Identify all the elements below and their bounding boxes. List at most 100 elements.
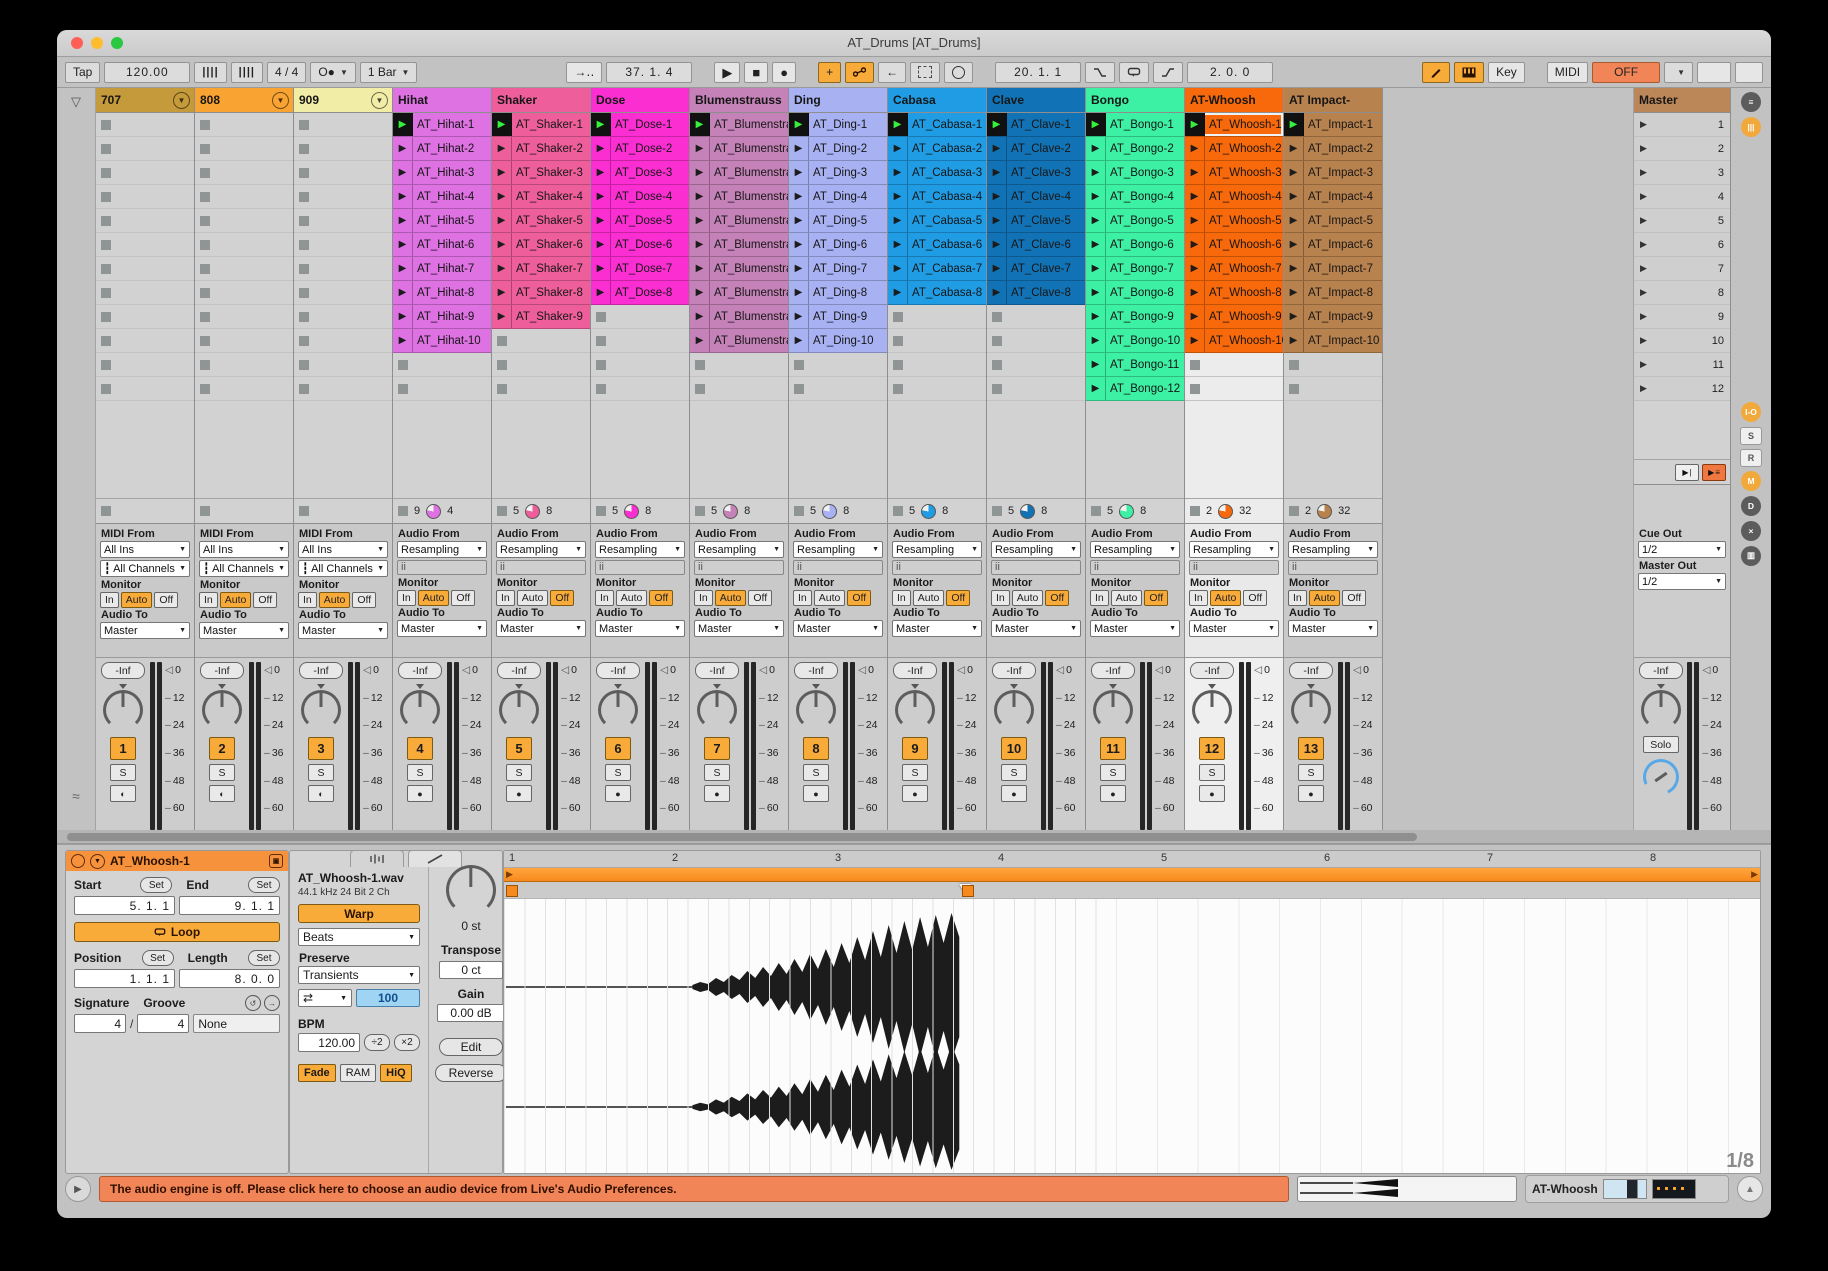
monitor-in-button[interactable]: In	[595, 590, 614, 606]
clip-stop-icon[interactable]	[299, 360, 309, 370]
show-m-toggle[interactable]: M	[1741, 471, 1761, 491]
clip-slot[interactable]: ▶AT_Hihat-10	[393, 329, 491, 353]
clip-launch-button[interactable]: ▶	[591, 209, 611, 232]
beat-time-ruler[interactable]: 12345678	[504, 851, 1760, 868]
arm-button[interactable]: ●	[407, 785, 433, 802]
clip-slot[interactable]: ▶AT_Whoosh-10	[1185, 329, 1283, 353]
volume-field[interactable]: -Inf	[794, 662, 838, 679]
input-type-select[interactable]: Resampling▼	[892, 541, 982, 558]
signature-numerator-field[interactable]: 4	[74, 1014, 126, 1033]
pan-knob[interactable]	[499, 690, 539, 730]
clip-slot[interactable]: ▶AT_Hihat-4	[393, 185, 491, 209]
clip-stop-icon[interactable]	[596, 360, 606, 370]
clip-launch-button[interactable]: ▶	[690, 113, 710, 136]
clip-launch-button[interactable]: ▶	[393, 329, 413, 352]
monitor-switch[interactable]: InAutoOff	[397, 590, 487, 606]
clip-slot[interactable]: ▶AT_Hihat-1	[393, 113, 491, 137]
clip-launch-button[interactable]: ▶	[591, 137, 611, 160]
monitor-auto-button[interactable]: Auto	[418, 590, 450, 606]
volume-field[interactable]: -Inf	[596, 662, 640, 679]
clip-stop-icon[interactable]	[299, 240, 309, 250]
scene-slot[interactable]: ▶9	[1634, 305, 1730, 329]
empty-clip-slot[interactable]	[195, 113, 293, 137]
monitor-auto-button[interactable]: Auto	[1012, 590, 1044, 606]
stop-all-clips-button[interactable]	[1190, 506, 1200, 516]
clip-stop-icon[interactable]	[200, 264, 210, 274]
clip-launch-button[interactable]: ▶	[1284, 209, 1304, 232]
clip-launch-button[interactable]: ▶	[393, 161, 413, 184]
solo-button[interactable]: S	[1199, 764, 1225, 781]
overview-toggle-icon[interactable]: ≡	[1741, 92, 1761, 112]
nudge-down-button[interactable]: ||||	[194, 62, 226, 83]
monitor-off-button[interactable]: Off	[649, 590, 673, 606]
clip-stop-icon[interactable]	[101, 240, 111, 250]
metronome-button[interactable]: O●▼	[310, 62, 356, 83]
clip-launch-button[interactable]: ▶	[1185, 257, 1205, 280]
solo-button[interactable]: S	[803, 764, 829, 781]
tab-sample[interactable]	[350, 850, 404, 867]
pan-knob[interactable]	[796, 690, 836, 730]
hot-swap-groove-icon[interactable]: ↺	[245, 995, 261, 1011]
empty-clip-slot[interactable]	[492, 377, 590, 401]
empty-clip-slot[interactable]	[96, 305, 194, 329]
pan-knob[interactable]	[895, 690, 935, 730]
clip-slot[interactable]: ▶AT_Dose-7	[591, 257, 689, 281]
transient-loop-mode-select[interactable]: ⇄▼	[298, 989, 352, 1007]
stop-all-clips-button[interactable]	[695, 506, 705, 516]
clip-stop-icon[interactable]	[299, 216, 309, 226]
empty-clip-slot[interactable]	[492, 353, 590, 377]
empty-clip-slot[interactable]	[294, 233, 392, 257]
monitor-off-button[interactable]: Off	[550, 590, 574, 606]
empty-clip-slot[interactable]	[96, 233, 194, 257]
clip-launch-button[interactable]: ▶	[1185, 185, 1205, 208]
empty-clip-slot[interactable]	[195, 329, 293, 353]
clip-stop-icon[interactable]	[596, 312, 606, 322]
clip-launch-button[interactable]: ▶	[492, 209, 512, 232]
clip-launch-button[interactable]: ▶	[591, 281, 611, 304]
empty-clip-slot[interactable]	[591, 353, 689, 377]
clip-slot[interactable]: ▶AT_Bongo-10	[1086, 329, 1184, 353]
double-bpm-button[interactable]: ×2	[394, 1034, 420, 1051]
track-activator-button[interactable]: 13	[1298, 737, 1324, 760]
empty-clip-slot[interactable]	[96, 257, 194, 281]
solo-button[interactable]: S	[506, 764, 532, 781]
monitor-switch[interactable]: InAutoOff	[496, 590, 586, 606]
empty-clip-slot[interactable]	[492, 329, 590, 353]
clip-slot[interactable]: ▶AT_Cabasa-8	[888, 281, 986, 305]
output-select[interactable]: Master▼	[496, 620, 586, 637]
clip-stop-icon[interactable]	[101, 384, 111, 394]
empty-clip-slot[interactable]	[1284, 353, 1382, 377]
clip-stop-icon[interactable]	[200, 168, 210, 178]
chevron-down-icon[interactable]: ▼	[371, 92, 388, 109]
scrollbar-thumb[interactable]	[67, 833, 1417, 841]
set-position-button[interactable]: Set	[142, 950, 174, 966]
clip-slot[interactable]: ▶AT_Clave-1	[987, 113, 1085, 137]
empty-clip-slot[interactable]	[195, 305, 293, 329]
monitor-in-button[interactable]: In	[1189, 590, 1208, 606]
seg-bpm-field[interactable]: 120.00	[298, 1033, 360, 1052]
clip-slot[interactable]: ▶AT_Shaker-4	[492, 185, 590, 209]
input-type-select[interactable]: Resampling▼	[1288, 541, 1378, 558]
pan-knob[interactable]	[598, 690, 638, 730]
arm-button[interactable]: ●	[605, 785, 631, 802]
clip-slot[interactable]: ▶AT_Bongo-12	[1086, 377, 1184, 401]
clip-slot[interactable]: ▶AT_Blumenstra	[690, 257, 788, 281]
empty-clip-slot[interactable]	[195, 161, 293, 185]
clip-launch-button[interactable]: ▶	[1284, 329, 1304, 352]
input-type-select[interactable]: All Ins▼	[199, 541, 289, 558]
track-header[interactable]: 808▼	[195, 88, 293, 113]
clip-launch-button[interactable]: ▶	[492, 113, 512, 136]
clip-stop-icon[interactable]	[200, 384, 210, 394]
clip-slot[interactable]: ▶AT_Bongo-1	[1086, 113, 1184, 137]
clip-launch-button[interactable]: ▶	[987, 137, 1007, 160]
clip-slot[interactable]: ▶AT_Clave-8	[987, 281, 1085, 305]
clip-slot[interactable]: ▶AT_Dose-3	[591, 161, 689, 185]
clip-slot[interactable]: ▶AT_Whoosh-3	[1185, 161, 1283, 185]
detune-field[interactable]: 0 ct	[439, 961, 503, 979]
output-select[interactable]: Master▼	[1189, 620, 1279, 637]
empty-clip-slot[interactable]	[195, 185, 293, 209]
clip-launch-button[interactable]: ▶	[492, 233, 512, 256]
input-type-select[interactable]: Resampling▼	[1189, 541, 1279, 558]
tap-tempo-button[interactable]: Tap	[65, 62, 100, 83]
scene-slot[interactable]: ▶7	[1634, 257, 1730, 281]
